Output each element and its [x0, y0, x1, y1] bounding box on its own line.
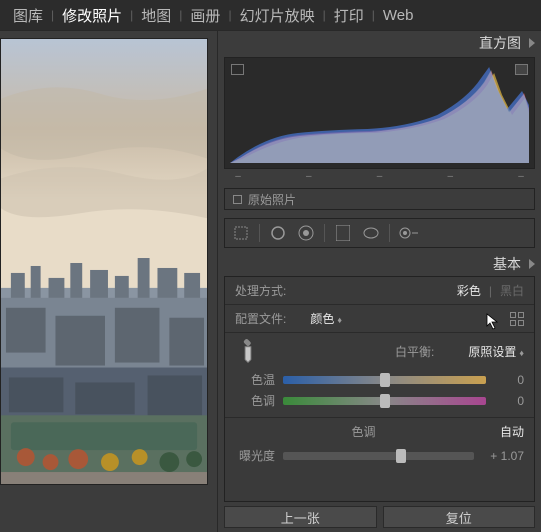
eyedropper-icon[interactable] [230, 333, 267, 370]
develop-panel: 直方图 ––––– 原始照片 [217, 30, 541, 532]
nav-library[interactable]: 图库 [6, 3, 50, 28]
gradient-tool-icon[interactable] [333, 223, 353, 243]
basic-title: 基本 [493, 254, 521, 274]
cursor-icon [486, 313, 500, 331]
nav-book[interactable]: 画册 [183, 3, 227, 28]
histogram-title: 直方图 [479, 33, 521, 53]
original-label: 原始照片 [248, 191, 296, 208]
temp-label: 色温 [235, 371, 275, 388]
wb-row: 白平衡: 原照设置♦ [225, 333, 534, 369]
histogram-header[interactable]: 直方图 [218, 31, 541, 55]
histogram-regions: ––––– [218, 171, 541, 184]
tint-label: 色调 [235, 392, 275, 409]
nav-map[interactable]: 地图 [134, 3, 178, 28]
tone-title: 色调 [351, 423, 375, 440]
original-photo-row[interactable]: 原始照片 [224, 188, 535, 210]
exposure-slider-row: 曝光度 + 1.07 [225, 445, 534, 466]
checkbox-icon[interactable] [233, 195, 242, 204]
nav-slideshow[interactable]: 幻灯片放映 [233, 3, 322, 28]
profile-label: 配置文件: [235, 310, 286, 327]
tint-value[interactable]: 0 [494, 394, 524, 408]
temp-value[interactable]: 0 [494, 373, 524, 387]
treatment-bw[interactable]: 黑白 [500, 282, 524, 299]
basic-header[interactable]: 基本 [218, 252, 541, 276]
treatment-color[interactable]: 彩色 [457, 282, 481, 299]
tool-strip [224, 218, 535, 248]
tone-header-row: 色调 自动 [225, 418, 534, 445]
radial-tool-icon[interactable] [361, 223, 381, 243]
reset-button[interactable]: 复位 [383, 506, 536, 528]
temp-slider[interactable] [283, 376, 486, 384]
exposure-label: 曝光度 [235, 447, 275, 464]
prev-button[interactable]: 上一张 [224, 506, 377, 528]
photo-preview[interactable] [0, 38, 208, 485]
basic-panel-body: 处理方式: 彩色 | 黑白 配置文件: 颜色♦ 白平衡: [224, 276, 535, 502]
histogram-display[interactable] [224, 57, 535, 169]
wb-dropdown[interactable]: 原照设置♦ [468, 343, 524, 360]
profile-dropdown[interactable]: 颜色♦ [310, 310, 342, 327]
treatment-row: 处理方式: 彩色 | 黑白 [225, 277, 534, 305]
collapse-icon [529, 259, 535, 269]
exposure-value[interactable]: + 1.07 [482, 449, 524, 463]
tint-slider-row: 色调 0 [225, 390, 534, 418]
brush-tool-icon[interactable] [398, 223, 418, 243]
footer-buttons: 上一张 复位 [218, 502, 541, 532]
crop-tool-icon[interactable] [231, 223, 251, 243]
shadow-clip-icon[interactable] [231, 64, 244, 75]
redeye-tool-icon[interactable] [296, 223, 316, 243]
profile-row: 配置文件: 颜色♦ [225, 305, 534, 333]
auto-button[interactable]: 自动 [500, 423, 524, 440]
temp-slider-row: 色温 0 [225, 369, 534, 390]
spot-tool-icon[interactable] [268, 223, 288, 243]
wb-label: 白平衡: [395, 343, 434, 360]
profile-browser-icon[interactable] [510, 312, 524, 326]
exposure-slider[interactable] [283, 452, 474, 460]
highlight-clip-icon[interactable] [515, 64, 528, 75]
nav-web[interactable]: Web [376, 5, 421, 26]
collapse-icon [529, 38, 535, 48]
treatment-label: 处理方式: [235, 282, 286, 299]
tint-slider[interactable] [283, 397, 486, 405]
nav-print[interactable]: 打印 [327, 3, 371, 28]
module-nav: 图库| 修改照片| 地图| 画册| 幻灯片放映| 打印| Web [0, 0, 541, 30]
nav-develop[interactable]: 修改照片 [55, 3, 129, 28]
preview-pane [0, 30, 217, 532]
